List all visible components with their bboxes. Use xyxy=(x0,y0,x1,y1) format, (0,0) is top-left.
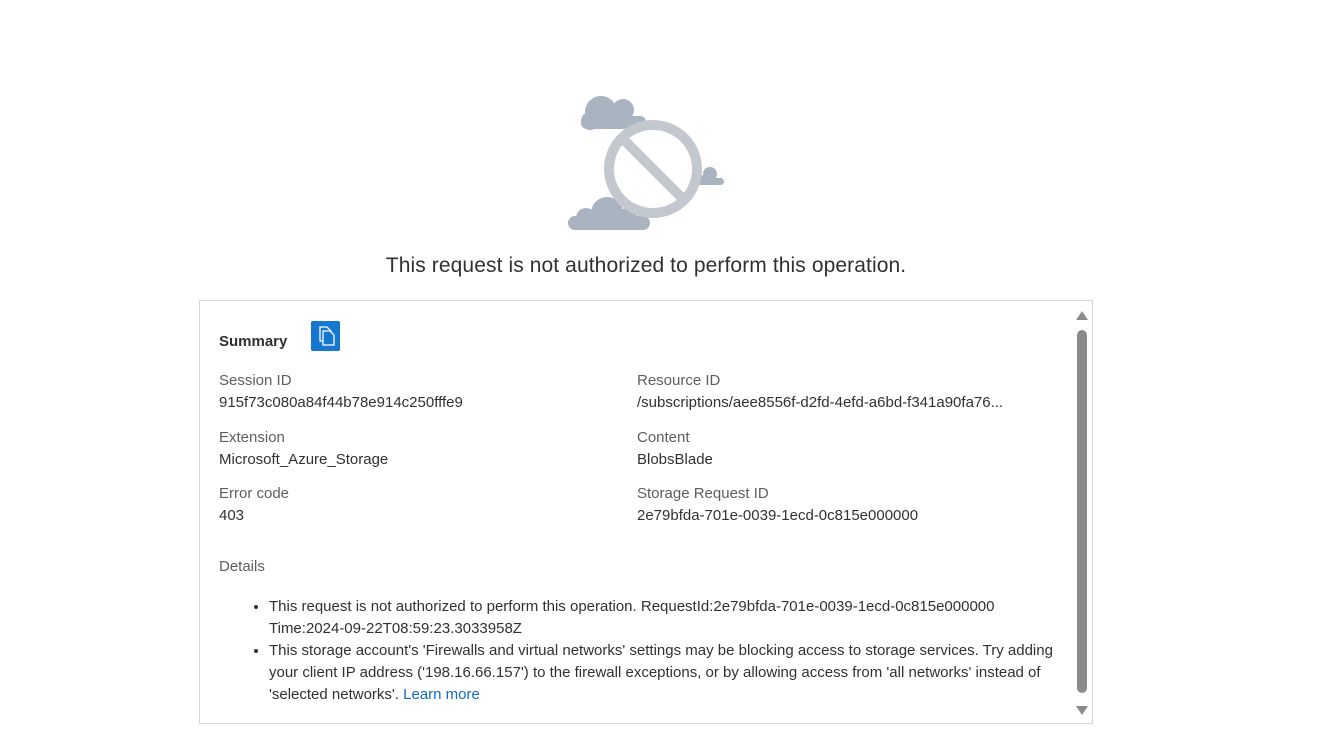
resource-id-label: Resource ID xyxy=(637,372,721,389)
error-headline: This request is not authorized to perfor… xyxy=(385,254,907,277)
details-item-text: This storage account's 'Firewalls and vi… xyxy=(269,642,1053,703)
storage-request-id-label: Storage Request ID xyxy=(637,485,769,502)
details-label: Details xyxy=(219,558,265,575)
storage-request-id-value: 2e79bfda-701e-0039-1ecd-0c815e000000 xyxy=(637,507,919,524)
summary-title: Summary xyxy=(219,332,288,350)
content-field: Content BlobsBlade xyxy=(637,427,713,471)
resource-id-value: /subscriptions/aee8556f-d2fd-4efd-a6bd-f… xyxy=(637,394,1004,411)
scroll-down-arrow-icon[interactable] xyxy=(1076,706,1088,715)
learn-more-link[interactable]: Learn more xyxy=(403,686,480,703)
copy-button[interactable] xyxy=(311,321,341,351)
summary-header: Summary xyxy=(219,321,341,351)
summary-panel: Summary Session ID 915f73c080a84f44b78e9… xyxy=(199,300,1093,724)
scroll-up-arrow-icon[interactable] xyxy=(1076,311,1088,320)
extension-field: Extension Microsoft_Azure_Storage xyxy=(219,427,388,471)
blocked-cloud-icon xyxy=(568,96,724,230)
extension-label: Extension xyxy=(219,429,285,446)
error-code-label: Error code xyxy=(219,485,290,502)
content-label: Content xyxy=(637,429,690,446)
details-item: This storage account's 'Firewalls and vi… xyxy=(269,640,1069,706)
details-list: This request is not authorized to perfor… xyxy=(249,596,1069,706)
content-value: BlobsBlade xyxy=(637,451,713,468)
vertical-scrollbar[interactable] xyxy=(1072,301,1092,723)
session-id-value: 915f73c080a84f44b78e914c250fffe9 xyxy=(219,394,463,411)
scroll-thumb[interactable] xyxy=(1077,330,1087,693)
details-item: This request is not authorized to perfor… xyxy=(269,596,1069,640)
error-code-value: 403 xyxy=(219,507,245,524)
storage-request-id-field: Storage Request ID 2e79bfda-701e-0039-1e… xyxy=(637,483,918,527)
copy-icon xyxy=(319,326,335,346)
resource-id-field: Resource ID /subscriptions/aee8556f-d2fd… xyxy=(637,370,1003,414)
error-code-field: Error code 403 xyxy=(219,483,289,527)
error-page: This request is not authorized to perfor… xyxy=(0,0,1336,741)
session-id-label: Session ID xyxy=(219,372,292,389)
session-id-field: Session ID 915f73c080a84f44b78e914c250ff… xyxy=(219,370,463,414)
extension-value: Microsoft_Azure_Storage xyxy=(219,451,389,468)
